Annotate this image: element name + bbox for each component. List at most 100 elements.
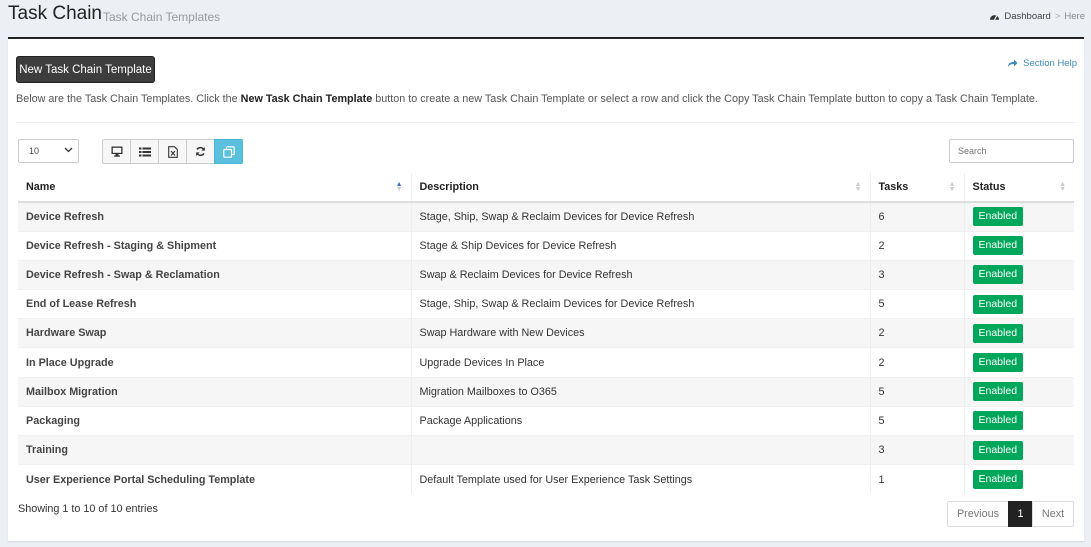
cell-status: Enabled [963,318,1074,348]
new-task-chain-template-button[interactable]: New Task Chain Template [16,56,155,83]
table-row[interactable]: Device Refresh - Staging & Shipment Stag… [18,230,1074,261]
cell-tasks: 3 [869,259,964,290]
cell-description [410,434,870,465]
status-badge: Enabled [972,470,1024,490]
cell-tasks: 6 [869,201,964,232]
column-header-name-label: Name [26,181,56,193]
intro-text-end: button to create a new Task Chain Templa… [372,93,1038,105]
column-header-tasks-label: Tasks [878,181,909,193]
status-badge: Enabled [972,411,1024,431]
cell-name: Device Refresh - Swap & Reclamation [18,259,411,290]
cell-status: Enabled [963,405,1074,436]
section-help-link[interactable]: Section Help [1007,58,1077,69]
cell-name: User Experience Portal Scheduling Templa… [18,464,411,494]
cell-description: Stage, Ship, Swap & Reclaim Devices for … [410,289,870,319]
excel-icon [167,145,178,158]
breadcrumb: Dashboard > Here [989,11,1085,22]
intro-text: Below are the Task Chain Templates. Clic… [16,93,1038,105]
cell-name: Device Refresh - Staging & Shipment [18,230,411,261]
table-row[interactable]: Packaging Package Applications 5 Enabled [18,405,1074,436]
pagination: Previous 1 Next [947,501,1074,527]
cell-description: Swap Hardware with New Devices [410,318,870,348]
column-header-status[interactable]: Status ▲ ▼ [963,173,1074,203]
column-header-name[interactable]: Name ▲ ▼ [18,173,411,203]
cell-tasks: 1 [869,464,964,494]
table-row[interactable]: User Experience Portal Scheduling Templa… [18,464,1074,494]
cell-status: Enabled [963,259,1074,290]
cell-description: Stage, Ship, Swap & Reclaim Devices for … [410,201,870,232]
cell-description: Swap & Reclaim Devices for Device Refres… [410,259,870,290]
status-badge: Enabled [972,294,1024,314]
content-box: New Task Chain Template Section Help Bel… [8,37,1084,541]
intro-text-bold: New Task Chain Template [240,93,373,105]
table-row[interactable]: Hardware Swap Swap Hardware with New Dev… [18,318,1074,348]
divider [16,122,1076,123]
table-row[interactable]: Device Refresh Stage, Ship, Swap & Recla… [18,201,1074,232]
table-row[interactable]: In Place Upgrade Upgrade Devices In Plac… [18,347,1074,378]
next-page-button[interactable]: Next [1032,501,1074,527]
status-badge: Enabled [972,353,1024,373]
table-row[interactable]: Mailbox Migration Migration Mailboxes to… [18,376,1074,407]
page-header: Task Chain Task Chain Templates Dashboar… [0,0,1091,36]
search-input[interactable] [949,139,1074,163]
cell-tasks: 5 [869,376,964,407]
sort-icon: ▲ ▼ [854,181,862,193]
cell-name: Packaging [18,405,411,436]
cell-status: Enabled [963,464,1074,494]
status-badge: Enabled [972,236,1024,256]
share-icon [1008,59,1018,67]
column-header-tasks[interactable]: Tasks ▲ ▼ [869,173,964,203]
dashboard-icon [990,15,1000,20]
export-excel-button[interactable] [158,139,187,164]
page-length-select[interactable]: 10 [18,139,79,163]
table-row[interactable]: End of Lease Refresh Stage, Ship, Swap &… [18,289,1074,319]
breadcrumb-separator: > [1054,11,1061,22]
copy-icon [222,145,235,158]
desktop-icon [111,146,122,157]
table-row[interactable]: Training 3 Enabled [18,434,1074,465]
cell-tasks: 2 [869,230,964,261]
page-length-value: 10 [29,146,40,156]
status-badge: Enabled [972,382,1024,402]
refresh-icon [196,146,205,157]
list-icon [138,147,151,156]
column-visibility-button[interactable] [102,139,131,164]
cell-tasks: 5 [869,405,964,436]
column-header-description-label: Description [419,181,479,193]
templates-table: Name ▲ ▼ Description ▲ ▼ Tasks ▲ ▼ Status ▲… [18,173,1074,494]
refresh-button[interactable] [186,139,215,164]
page-1-button[interactable]: 1 [1008,501,1033,527]
status-badge: Enabled [972,323,1024,343]
cell-tasks: 2 [869,347,964,378]
table-tools [102,139,243,164]
previous-page-button[interactable]: Previous [947,501,1009,527]
page-subtitle: Task Chain Templates [103,10,221,24]
list-view-button[interactable] [130,139,159,164]
cell-name: Hardware Swap [18,318,411,348]
sort-asc-icon: ▲ ▼ [395,181,403,193]
cell-tasks: 3 [869,434,964,465]
cell-name: Mailbox Migration [18,376,411,407]
cell-status: Enabled [963,201,1074,232]
status-badge: Enabled [972,265,1024,285]
cell-name: In Place Upgrade [18,347,411,378]
cell-name: Device Refresh [18,201,411,232]
copy-template-button[interactable] [214,139,243,164]
column-header-description[interactable]: Description ▲ ▼ [410,173,870,203]
cell-status: Enabled [963,289,1074,319]
cell-tasks: 5 [869,289,964,319]
section-help-label: Section Help [1023,58,1077,69]
cell-tasks: 2 [869,318,964,348]
cell-name: Training [18,434,411,465]
cell-status: Enabled [963,347,1074,378]
breadcrumb-dashboard-link[interactable]: Dashboard [1004,11,1050,22]
table-row[interactable]: Device Refresh - Swap & Reclamation Swap… [18,259,1074,290]
sort-icon: ▲ ▼ [948,181,956,193]
cell-description: Package Applications [410,405,870,436]
cell-description: Default Template used for User Experienc… [410,464,870,494]
breadcrumb-current: Here [1064,11,1085,22]
page-title: Task Chain [8,3,102,24]
cell-description: Migration Mailboxes to O365 [410,376,870,407]
sort-icon: ▲ ▼ [1059,181,1066,193]
cell-status: Enabled [963,230,1074,261]
